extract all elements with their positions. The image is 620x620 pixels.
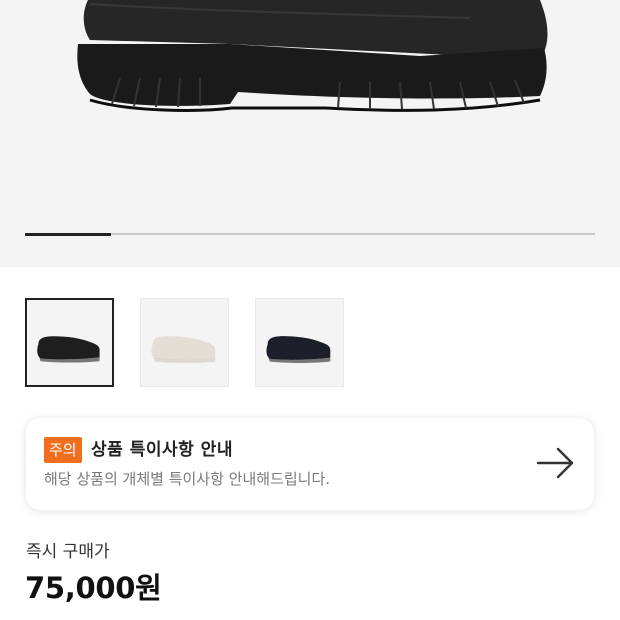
notice-title: 상품 특이사항 안내	[91, 440, 233, 460]
thumbnail-image	[151, 336, 216, 364]
notice-card[interactable]: 주의 상품 특이사항 안내 해당 상품의 개체별 특이사항 안내해드립니다.	[26, 418, 594, 510]
thumbnail-list	[25, 298, 344, 387]
carousel-progress-fill	[25, 232, 111, 236]
thumbnail-ivory[interactable]	[140, 298, 229, 387]
thumbnail-black[interactable]	[25, 298, 114, 387]
arrow-right-icon[interactable]	[536, 445, 576, 481]
thumbnail-image	[266, 336, 331, 364]
product-main-image	[77, 0, 548, 112]
product-image-carousel[interactable]	[0, 0, 620, 267]
price-value: 75,000원	[25, 571, 162, 605]
thumbnail-image	[37, 336, 100, 363]
notice-badge: 주의	[44, 437, 82, 463]
notice-subtitle: 해당 상품의 개체별 특이사항 안내해드립니다.	[44, 470, 331, 488]
price-label: 즉시 구매가	[26, 542, 110, 562]
thumbnail-navy[interactable]	[255, 298, 344, 387]
carousel-progress	[25, 232, 595, 236]
